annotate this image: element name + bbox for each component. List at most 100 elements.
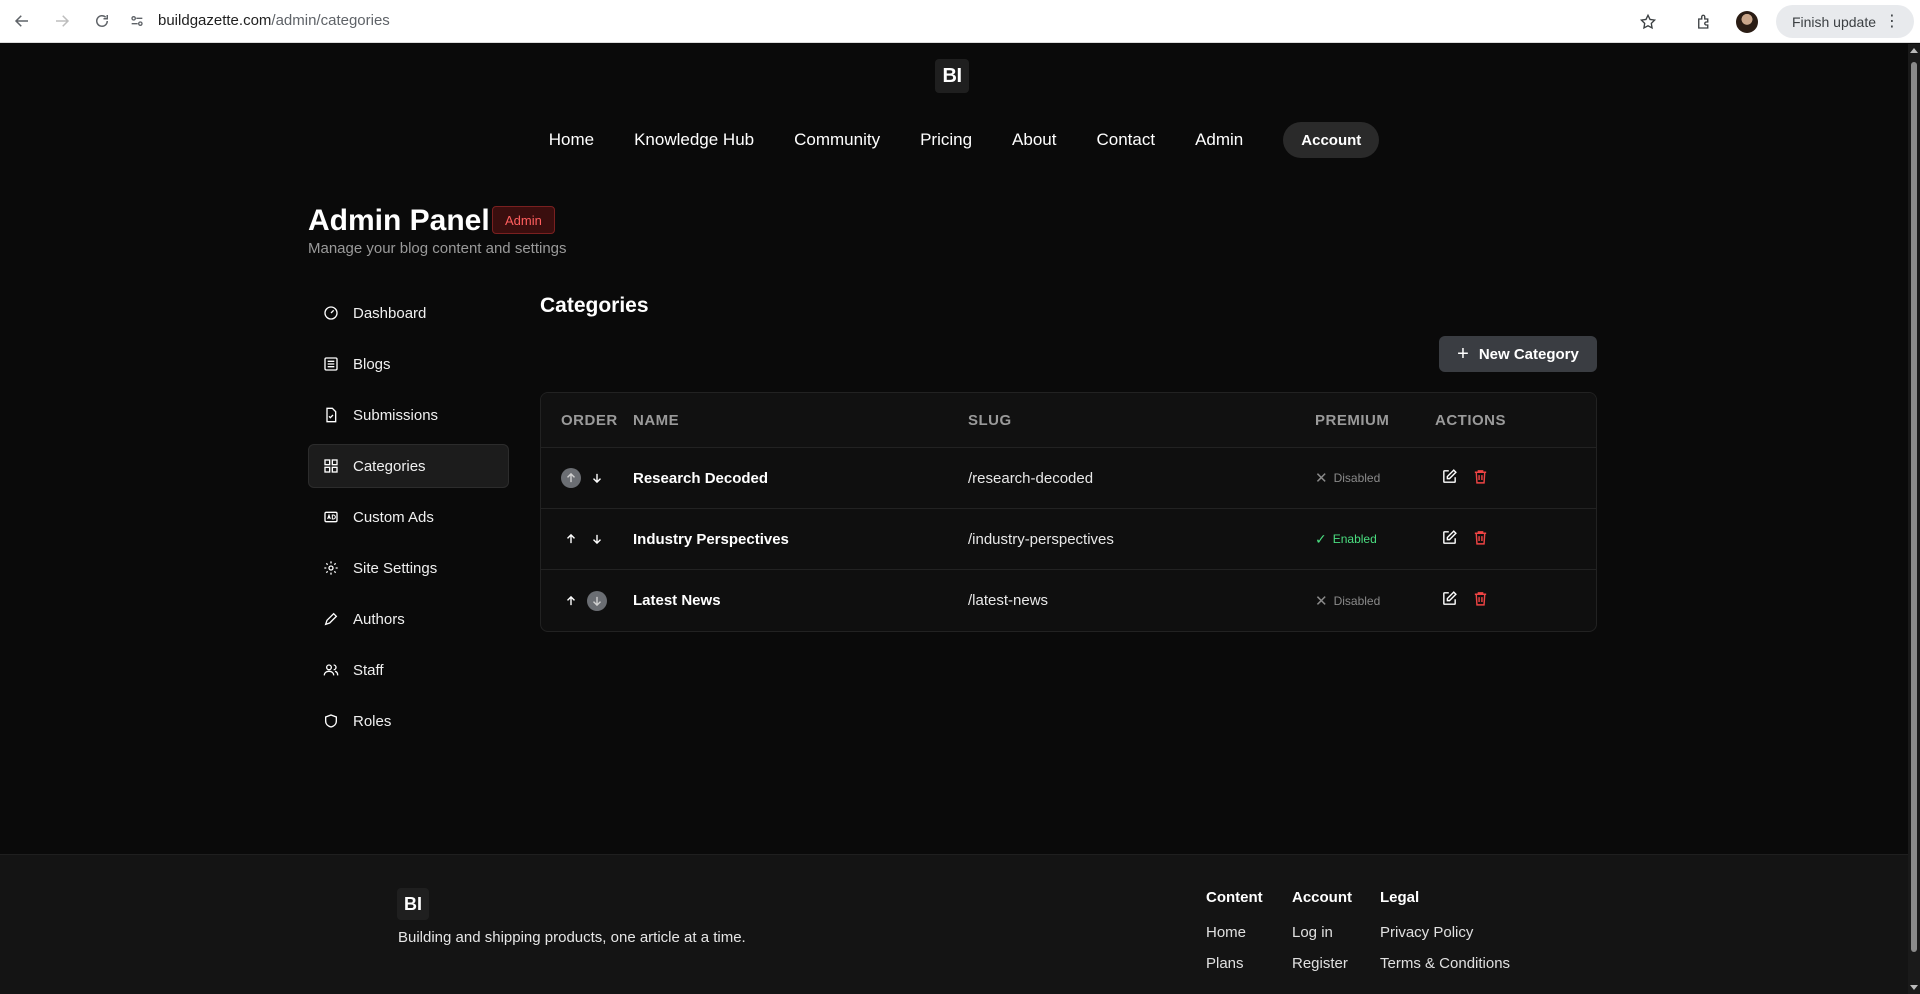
sidebar-item-site-settings[interactable]: Site Settings [308, 546, 509, 590]
sidebar-item-label: Staff [353, 661, 384, 679]
ad-icon [323, 509, 339, 525]
list-icon [323, 356, 339, 372]
column-slug: SLUG [968, 411, 1012, 429]
site-info-icon[interactable] [122, 13, 152, 29]
footer-link-plans[interactable]: Plans [1206, 955, 1263, 972]
nav-knowledge-hub[interactable]: Knowledge Hub [614, 130, 774, 150]
footer-logo[interactable]: BI [397, 888, 429, 920]
scrollbar-thumb[interactable] [1911, 62, 1917, 952]
column-name: NAME [633, 411, 680, 429]
footer-link-register[interactable]: Register [1292, 955, 1352, 972]
back-arrow-icon [14, 15, 28, 27]
move-up-icon[interactable] [561, 529, 581, 549]
forward-arrow-icon [56, 15, 70, 27]
sidebar-item-submissions[interactable]: Submissions [308, 393, 509, 437]
trash-icon[interactable] [1472, 468, 1489, 489]
extensions-icon[interactable] [1686, 4, 1722, 40]
footer-heading: Legal [1380, 889, 1420, 906]
section-title: Categories [540, 294, 649, 317]
site-logo[interactable]: BI [935, 59, 969, 93]
footer-heading: Account [1292, 889, 1352, 906]
edit-icon[interactable] [1441, 529, 1458, 550]
sidebar-item-label: Authors [353, 610, 405, 628]
footer-column-legal: Legal Privacy Policy Terms & Conditions [1380, 889, 1510, 986]
sidebar-item-label: Blogs [353, 355, 391, 373]
admin-badge: Admin [492, 206, 555, 234]
categories-table: ORDER NAME SLUG PREMIUM ACTIONS Research… [540, 392, 1597, 632]
move-down-icon[interactable] [587, 590, 607, 611]
sidebar-item-staff[interactable]: Staff [308, 648, 509, 692]
category-name: Latest News [633, 592, 721, 609]
footer-link-terms[interactable]: Terms & Conditions [1380, 955, 1510, 972]
category-slug: /research-decoded [968, 469, 1094, 487]
file-check-icon [323, 407, 339, 423]
premium-label: Enabled [1332, 532, 1377, 546]
url-text: buildgazette.com/admin/categories [158, 12, 390, 29]
account-button[interactable]: Account [1283, 122, 1380, 158]
site-footer: BI Building and shipping products, one a… [0, 854, 1908, 994]
nav-admin[interactable]: Admin [1175, 130, 1263, 150]
premium-status: ✕ Disabled [1315, 469, 1435, 487]
sidebar-item-categories[interactable]: Categories [308, 444, 509, 488]
sidebar-item-blogs[interactable]: Blogs [308, 342, 509, 386]
move-up-icon[interactable] [561, 468, 581, 488]
nav-contact[interactable]: Contact [1076, 130, 1175, 150]
sidebar-item-label: Categories [353, 457, 426, 475]
table-header: ORDER NAME SLUG PREMIUM ACTIONS [541, 393, 1596, 448]
nav-home[interactable]: Home [529, 130, 614, 150]
footer-column-content: Content Home Plans [1206, 889, 1263, 986]
sidebar-item-authors[interactable]: Authors [308, 597, 509, 641]
users-icon [323, 662, 339, 678]
new-category-label: New Category [1478, 345, 1579, 363]
pen-icon [323, 611, 339, 627]
move-up-icon[interactable] [561, 591, 581, 611]
trash-icon[interactable] [1472, 590, 1489, 611]
table-row: Research Decoded /research-decoded ✕ Dis… [541, 448, 1596, 509]
bookmark-star-icon[interactable] [1630, 4, 1666, 40]
sidebar-item-custom-ads[interactable]: Custom Ads [308, 495, 509, 539]
sidebar-item-roles[interactable]: Roles [308, 699, 509, 743]
admin-sidebar: Dashboard Blogs Submissions Categories C… [308, 291, 509, 750]
nav-about[interactable]: About [992, 130, 1076, 150]
page-title: Admin Panel [308, 204, 490, 237]
column-actions: ACTIONS [1435, 411, 1506, 429]
premium-status: ✓ Enabled [1315, 531, 1435, 548]
sidebar-item-label: Dashboard [353, 304, 427, 322]
back-button[interactable] [4, 3, 40, 39]
footer-column-account: Account Log in Register [1292, 889, 1352, 986]
table-row: Latest News /latest-news ✕ Disabled [541, 570, 1596, 631]
trash-icon[interactable] [1472, 529, 1489, 550]
nav-pricing[interactable]: Pricing [900, 130, 992, 150]
grid-icon [323, 458, 339, 474]
sidebar-item-dashboard[interactable]: Dashboard [308, 291, 509, 335]
nav-community[interactable]: Community [774, 130, 900, 150]
footer-link-home[interactable]: Home [1206, 924, 1263, 941]
address-bar[interactable]: buildgazette.com/admin/categories [122, 4, 1702, 37]
page-scrollbar[interactable] [1908, 44, 1920, 994]
gear-icon [323, 560, 339, 576]
footer-link-privacy[interactable]: Privacy Policy [1380, 924, 1510, 941]
sidebar-item-label: Site Settings [353, 559, 438, 577]
edit-icon[interactable] [1441, 590, 1458, 611]
sidebar-item-label: Roles [353, 712, 392, 730]
x-icon: ✕ [1315, 592, 1328, 610]
kebab-menu-icon: ⋮ [1884, 12, 1900, 30]
edit-icon[interactable] [1441, 468, 1458, 489]
new-category-button[interactable]: + New Category [1439, 336, 1597, 372]
sidebar-item-label: Custom Ads [353, 508, 434, 526]
finish-update-button[interactable]: Finish update ⋮ [1775, 5, 1914, 38]
premium-label: Disabled [1333, 593, 1381, 608]
move-down-icon[interactable] [587, 529, 607, 549]
reload-button[interactable] [84, 3, 120, 39]
forward-button[interactable] [44, 3, 80, 39]
move-down-icon[interactable] [587, 468, 607, 488]
profile-avatar[interactable] [1735, 10, 1758, 33]
footer-link-login[interactable]: Log in [1292, 924, 1352, 941]
browser-toolbar: buildgazette.com/admin/categories Finish… [0, 0, 1920, 43]
category-slug: /latest-news [968, 592, 1049, 609]
page-subtitle: Manage your blog content and settings [308, 240, 567, 257]
sidebar-item-label: Submissions [353, 406, 439, 424]
category-name: Industry Perspectives [633, 530, 789, 548]
column-premium: PREMIUM [1315, 411, 1390, 429]
footer-tagline: Building and shipping products, one arti… [398, 929, 746, 946]
